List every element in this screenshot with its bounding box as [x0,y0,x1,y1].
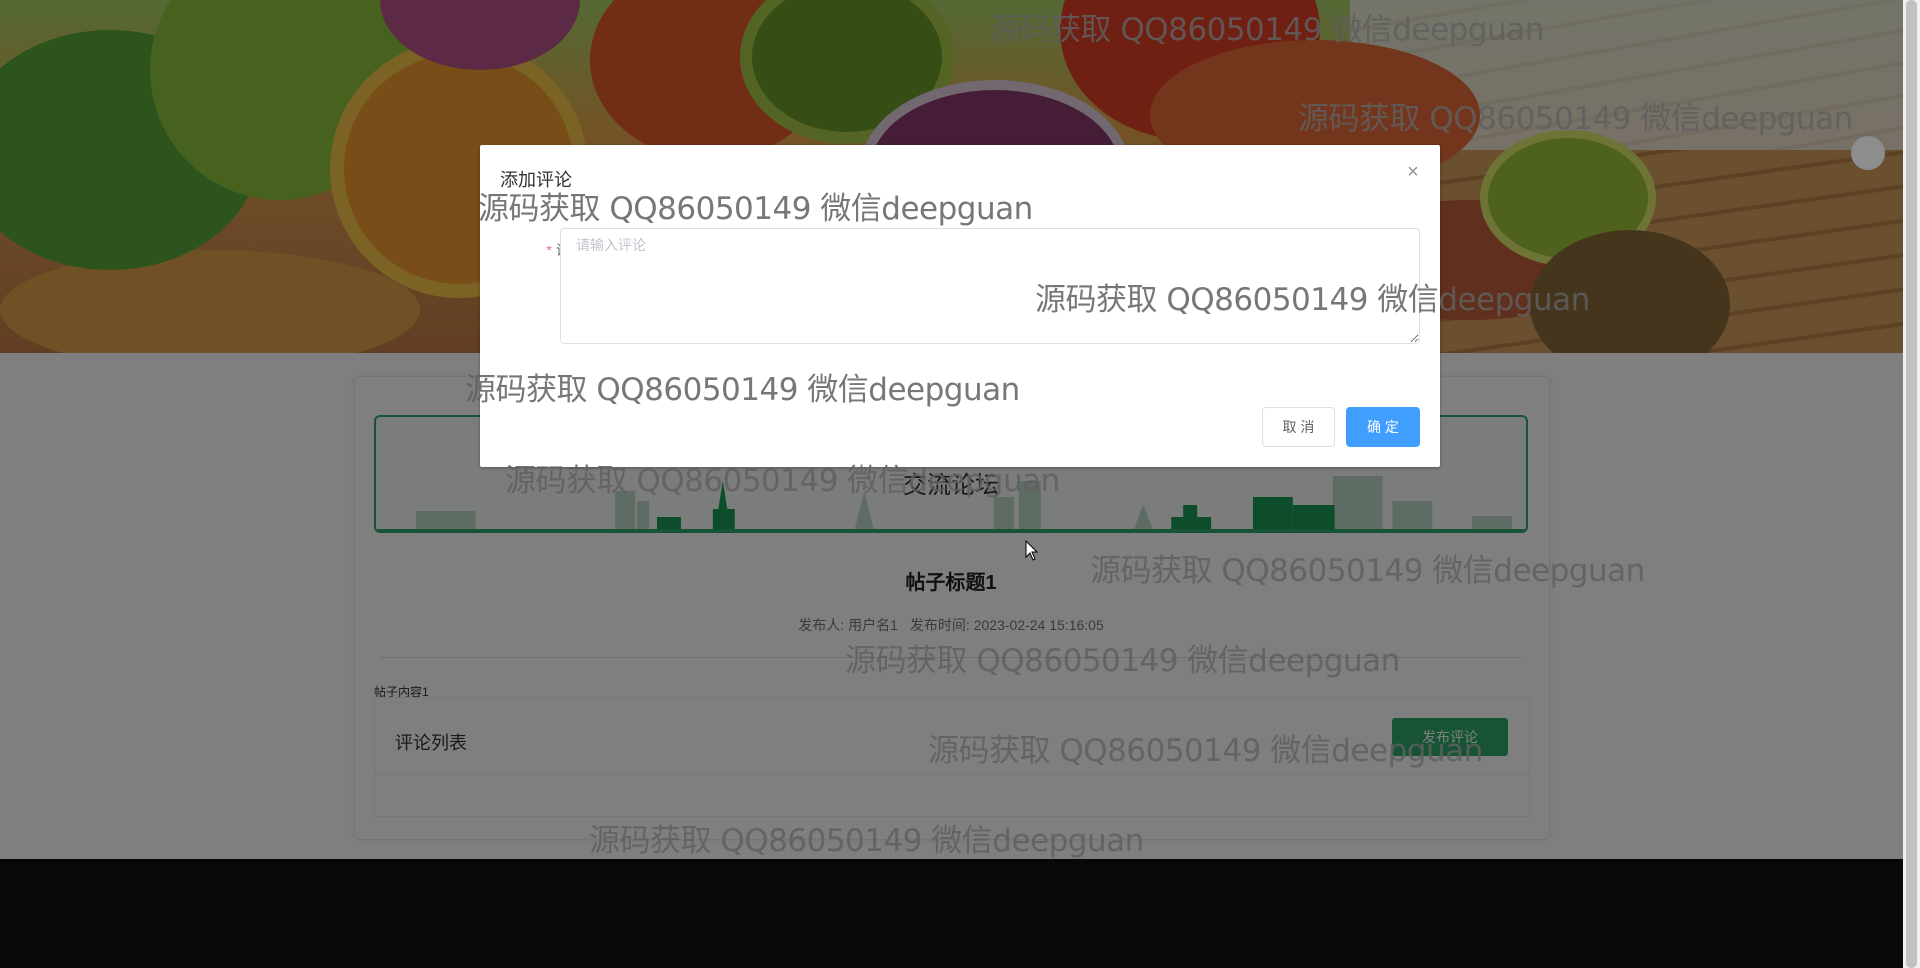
scrollbar-thumb[interactable] [1906,0,1917,968]
mouse-cursor-icon [1025,540,1039,561]
cancel-button[interactable]: 取 消 [1262,407,1335,447]
add-comment-dialog: 添加评论 × *评论 取 消 确 定 [480,145,1440,467]
required-mark: * [546,242,552,258]
comment-textarea[interactable] [560,228,1420,344]
page-scrollbar[interactable] [1903,0,1920,968]
dialog-title: 添加评论 [500,170,572,190]
confirm-button[interactable]: 确 定 [1346,407,1420,447]
close-icon[interactable]: × [1402,161,1424,183]
floating-circle [1851,136,1885,170]
